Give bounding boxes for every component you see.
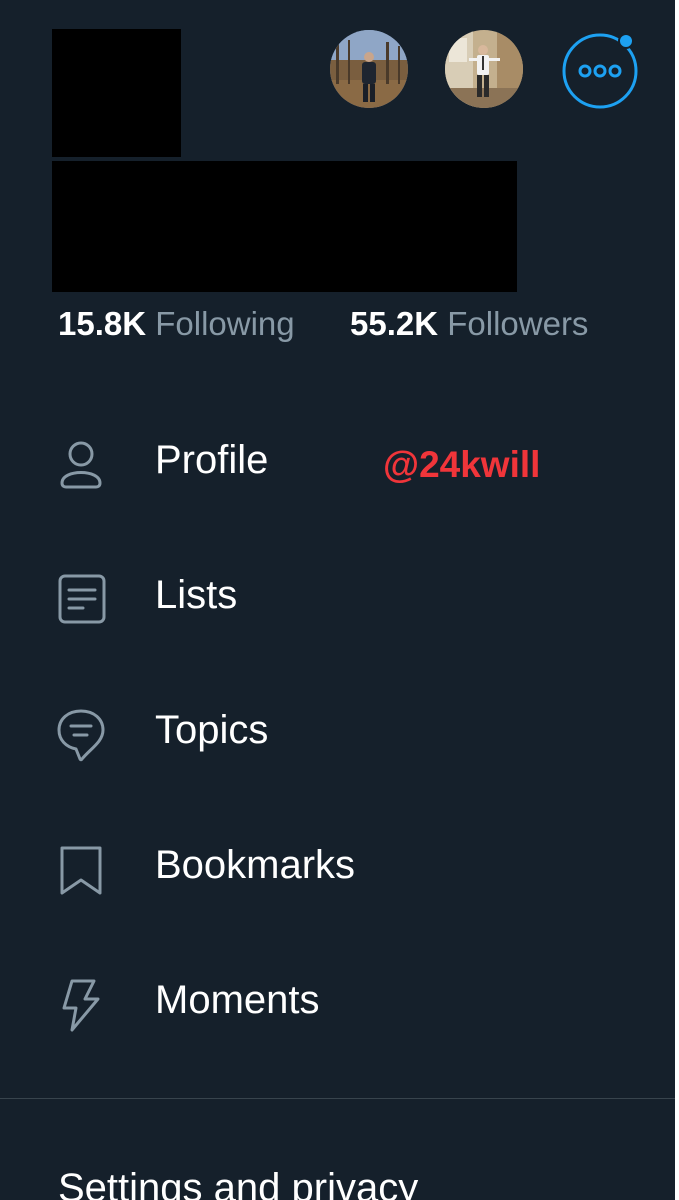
lightning-icon [62, 979, 100, 1032]
menu-label-bookmarks: Bookmarks [155, 843, 356, 887]
menu-item-profile[interactable]: Profile [0, 413, 670, 513]
followers-count: 55.2K [350, 305, 439, 342]
more-options-icon [562, 33, 638, 109]
drawer-edge [675, 0, 679, 1200]
following-stat[interactable]: 15.8K Following [58, 305, 295, 343]
redacted-avatar [52, 29, 181, 157]
menu-item-topics[interactable]: Topics [0, 683, 670, 783]
menu-label-topics: Topics [155, 708, 269, 752]
topics-icon [57, 709, 105, 762]
following-label: Following [155, 305, 295, 342]
account-avatar-2[interactable] [445, 30, 523, 108]
menu-divider [0, 1098, 675, 1099]
bookmark-icon [60, 846, 102, 895]
notification-dot [618, 33, 634, 49]
more-accounts-button[interactable] [561, 32, 639, 110]
menu-item-bookmarks[interactable]: Bookmarks [0, 818, 670, 918]
username-annotation: @24kwill [383, 444, 541, 485]
person-icon [60, 441, 102, 489]
account-avatar-1[interactable] [330, 30, 408, 108]
settings-and-privacy-link[interactable]: Settings and privacy [58, 1166, 418, 1200]
following-count: 15.8K [58, 305, 147, 342]
followers-stat[interactable]: 55.2K Followers [350, 305, 588, 343]
menu-item-moments[interactable]: Moments [0, 953, 670, 1053]
account-photo-2 [445, 30, 523, 108]
menu-label-profile: Profile [155, 438, 269, 482]
list-icon [58, 574, 106, 624]
redacted-name [52, 161, 517, 292]
side-drawer: 15.8K Following 55.2K Followers Profile … [0, 0, 679, 1200]
followers-label: Followers [447, 305, 589, 342]
menu-item-lists[interactable]: Lists [0, 548, 670, 648]
account-photo-1 [330, 30, 408, 108]
menu-label-lists: Lists [155, 573, 238, 617]
menu-label-moments: Moments [155, 978, 320, 1022]
